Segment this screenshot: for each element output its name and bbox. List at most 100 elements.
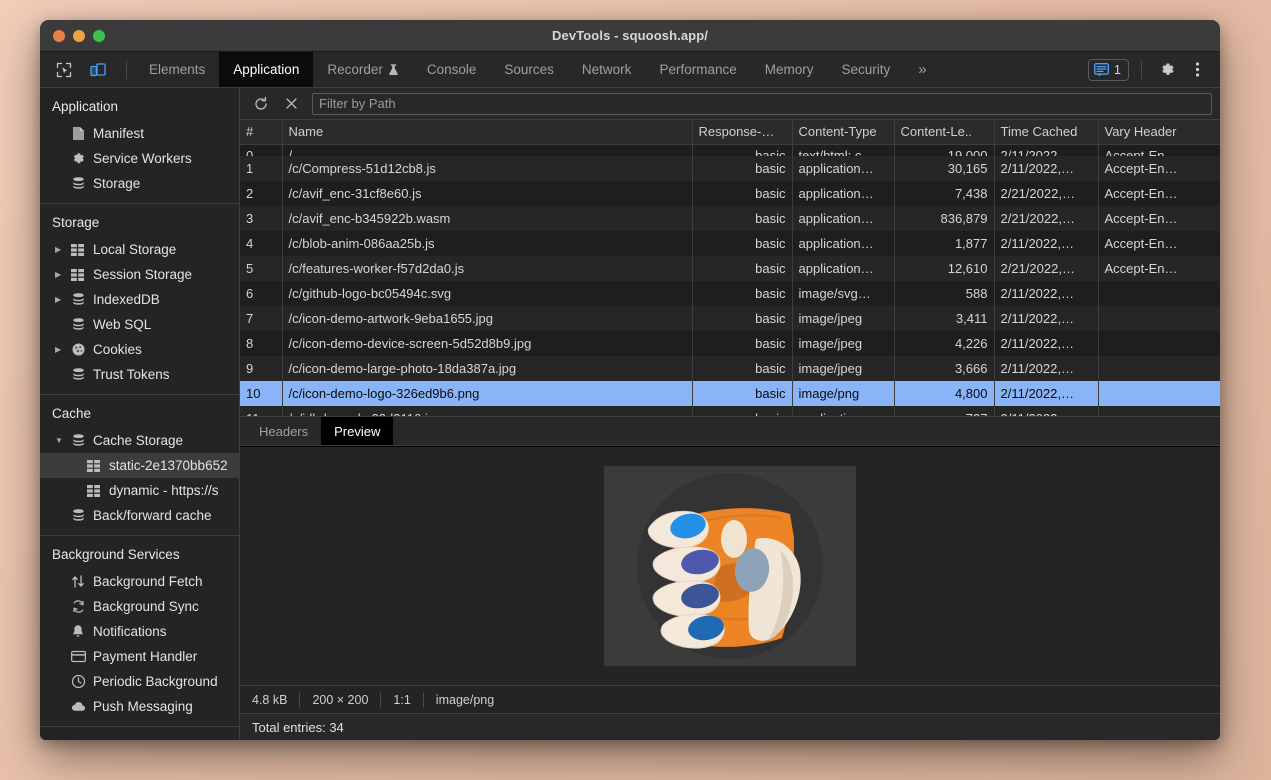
sidebar-item-storage[interactable]: Storage (40, 171, 239, 196)
sidebar-item-local-storage[interactable]: ▶ Local Storage (40, 237, 239, 262)
more-tabs-button[interactable]: » (904, 52, 940, 87)
tab-console[interactable]: Console (413, 52, 491, 87)
sidebar-section-title: Application (40, 88, 239, 121)
preview-tab-preview[interactable]: Preview (321, 417, 393, 445)
table-row[interactable]: 2/c/avif_enc-31cf8e60.jsbasicapplication… (240, 181, 1220, 206)
cell-time-cached: 2/11/2022,… (994, 156, 1098, 181)
sidebar-item-label: Storage (93, 176, 140, 191)
minimize-window-button[interactable] (73, 30, 85, 42)
column-header-vary-header[interactable]: Vary Header (1098, 120, 1220, 144)
sidebar-item-manifest[interactable]: Manifest (40, 121, 239, 146)
sidebar-item-label: Periodic Background (93, 674, 218, 689)
preview-scale: 1:1 (381, 693, 423, 707)
table-grid-icon (68, 244, 88, 256)
table-row[interactable]: 8/c/icon-demo-device-screen-5d52d8b9.jpg… (240, 331, 1220, 356)
table-row[interactable]: 1/c/Compress-51d12cb8.jsbasicapplication… (240, 156, 1220, 181)
gear-icon (1159, 61, 1176, 78)
cell-vary-header: Accept-En… (1098, 206, 1220, 231)
table-row[interactable]: 10/c/icon-demo-logo-326ed9b6.pngbasicima… (240, 381, 1220, 406)
table-row[interactable]: 11/c/idb-keyval-c33d3116.jsbasicapplicat… (240, 406, 1220, 416)
toolbar-divider (126, 61, 127, 79)
cell-name: /c/icon-demo-logo-326ed9b6.png (282, 381, 692, 406)
sidebar-section-storage: Storage ▶ Local Storage ▶ Session Storag… (40, 204, 239, 395)
chevron-right-icon[interactable]: ▶ (55, 245, 68, 254)
inspect-element-button[interactable] (50, 57, 78, 83)
more-options-button[interactable] (1184, 58, 1210, 82)
sidebar-item-background-sync[interactable]: Background Sync (40, 594, 239, 619)
tab-application[interactable]: Application (219, 52, 313, 87)
column-header-time-cached[interactable]: Time Cached (994, 120, 1098, 144)
chevron-right-icon[interactable]: ▶ (55, 270, 68, 279)
column-header-name[interactable]: Name (282, 120, 692, 144)
table-row[interactable]: 7/c/icon-demo-artwork-9eba1655.jpgbasici… (240, 306, 1220, 331)
sidebar-item-push-messaging[interactable]: Push Messaging (40, 694, 239, 719)
cell-time-cached: 2/21/2022,… (994, 206, 1098, 231)
cache-entries-table-container[interactable]: # Name Response-… Content-Type Content-L… (240, 120, 1220, 416)
table-body: 0/basictext/html; c…19,0002/11/2022,…Acc… (240, 144, 1220, 416)
table-row[interactable]: 5/c/features-worker-f57d2da0.jsbasicappl… (240, 256, 1220, 281)
sidebar-item-web-sql[interactable]: Web SQL (40, 312, 239, 337)
sidebar-item-cache-storage[interactable]: ▼ Cache Storage (40, 428, 239, 453)
sidebar-item-service-workers[interactable]: Service Workers (40, 146, 239, 171)
sidebar-item-cookies[interactable]: ▶ Cookies (40, 337, 239, 362)
tab-performance[interactable]: Performance (645, 52, 750, 87)
sidebar-item-trust-tokens[interactable]: Trust Tokens (40, 362, 239, 387)
sidebar-item-cache-dynamic[interactable]: dynamic - https://s (40, 478, 239, 503)
sidebar-item-notifications[interactable]: Notifications (40, 619, 239, 644)
preview-content (240, 446, 1220, 685)
chevron-right-icon[interactable]: ▶ (55, 295, 68, 304)
sidebar-item-cache-static[interactable]: static-2e1370bb652 (40, 453, 239, 478)
controls-divider (1141, 61, 1142, 79)
table-row[interactable]: 3/c/avif_enc-b345922b.wasmbasicapplicati… (240, 206, 1220, 231)
clear-x-icon (284, 96, 299, 111)
sidebar-item-label: Trust Tokens (93, 367, 170, 382)
toggle-device-toolbar-button[interactable] (84, 57, 112, 83)
tab-elements[interactable]: Elements (135, 52, 219, 87)
chevron-down-icon[interactable]: ▼ (55, 436, 68, 445)
delete-selected-button[interactable] (278, 92, 304, 116)
column-header-content-type[interactable]: Content-Type (792, 120, 894, 144)
tab-recorder[interactable]: Recorder (313, 52, 413, 87)
tab-network[interactable]: Network (568, 52, 646, 87)
preview-tab-headers[interactable]: Headers (246, 417, 321, 445)
cell-vary-header: Accept-En… (1098, 144, 1220, 156)
cookie-icon (68, 342, 88, 357)
cell-index: 10 (240, 381, 282, 406)
sidebar-item-back-forward-cache[interactable]: Back/forward cache (40, 503, 239, 528)
cell-response-type: basic (692, 206, 792, 231)
close-window-button[interactable] (53, 30, 65, 42)
cell-content-length: 588 (894, 281, 994, 306)
refresh-cache-button[interactable] (248, 92, 274, 116)
table-row[interactable]: 6/c/github-logo-bc05494c.svgbasicimage/s… (240, 281, 1220, 306)
sidebar-section-cache: Cache ▼ Cache Storage static-2e1370bb652 (40, 395, 239, 536)
table-row[interactable]: 9/c/icon-demo-large-photo-18da387a.jpgba… (240, 356, 1220, 381)
tab-sources[interactable]: Sources (490, 52, 568, 87)
filter-by-path-input[interactable] (312, 93, 1212, 115)
console-message-badge[interactable]: 1 (1088, 59, 1129, 81)
zoom-window-button[interactable] (93, 30, 105, 42)
cloud-icon (68, 700, 88, 713)
column-header-response-type[interactable]: Response-… (692, 120, 792, 144)
sidebar-item-payment-handler[interactable]: Payment Handler (40, 644, 239, 669)
sidebar-item-indexeddb[interactable]: ▶ IndexedDB (40, 287, 239, 312)
table-row[interactable]: 4/c/blob-anim-086aa25b.jsbasicapplicatio… (240, 231, 1220, 256)
cell-response-type: basic (692, 256, 792, 281)
sidebar-item-session-storage[interactable]: ▶ Session Storage (40, 262, 239, 287)
tab-security[interactable]: Security (828, 52, 905, 87)
table-grid-icon (84, 460, 104, 472)
settings-button[interactable] (1154, 58, 1180, 82)
application-sidebar[interactable]: Application Manifest Service Workers (40, 88, 240, 740)
cache-storage-pane: # Name Response-… Content-Type Content-L… (240, 88, 1220, 740)
sidebar-item-label: Session Storage (93, 267, 192, 282)
preview-file-size: 4.8 kB (252, 693, 300, 707)
database-icon (68, 292, 88, 307)
chevron-right-icon[interactable]: ▶ (55, 345, 68, 354)
cell-content-type: text/html; c… (792, 144, 894, 156)
sidebar-item-periodic-background-sync[interactable]: Periodic Background (40, 669, 239, 694)
sidebar-item-background-fetch[interactable]: Background Fetch (40, 569, 239, 594)
table-row[interactable]: 0/basictext/html; c…19,0002/11/2022,…Acc… (240, 144, 1220, 156)
column-header-index[interactable]: # (240, 120, 282, 144)
cell-response-type: basic (692, 406, 792, 416)
column-header-content-length[interactable]: Content-Le.. (894, 120, 994, 144)
tab-memory[interactable]: Memory (751, 52, 828, 87)
